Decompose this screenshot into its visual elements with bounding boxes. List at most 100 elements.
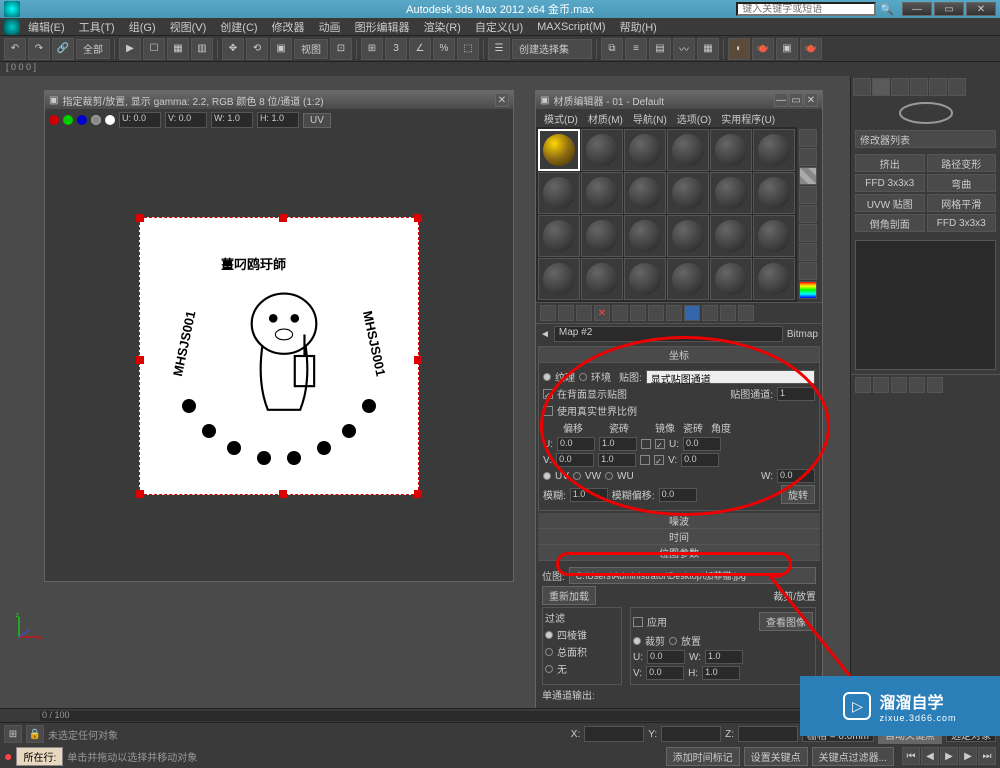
uv-tiling-icon[interactable] (799, 186, 817, 204)
wu-radio[interactable] (605, 472, 613, 480)
menu-graph[interactable]: 图形编辑器 (349, 19, 416, 35)
sample-slot[interactable] (667, 258, 709, 300)
menu-customize[interactable]: 自定义(U) (469, 19, 529, 35)
crop-w[interactable]: 1.0 (705, 650, 743, 664)
sample-slot[interactable] (753, 258, 795, 300)
h-spinner[interactable]: H: 1.0 (257, 112, 299, 128)
arc-rotate-gizmo[interactable] (851, 98, 1000, 128)
texture-radio[interactable] (543, 373, 551, 381)
mat-id-icon[interactable] (666, 305, 682, 321)
make-unique-stack-icon[interactable] (891, 377, 907, 393)
ref-coord-system[interactable]: 视图 (294, 39, 328, 59)
blur-off-spinner[interactable]: 0.0 (659, 488, 697, 502)
mirror-button[interactable]: ⧉ (601, 38, 623, 60)
modify-tab[interactable] (872, 78, 890, 96)
x-field[interactable] (584, 726, 644, 742)
menu-view[interactable]: 视图(V) (164, 19, 213, 35)
mod-btn[interactable]: 路径变形 (927, 154, 997, 172)
menu-maxscript[interactable]: MAXScript(M) (531, 21, 611, 33)
render-frame-button[interactable]: ▣ (776, 38, 798, 60)
sample-slot[interactable] (581, 172, 623, 214)
curve-editor-button[interactable]: 〰 (673, 38, 695, 60)
real-world-check[interactable] (543, 406, 553, 416)
assign-to-sel-icon[interactable] (576, 305, 592, 321)
alpha-channel-dot[interactable] (91, 115, 101, 125)
crop-h[interactable]: 1.0 (702, 666, 740, 680)
manipulate-button[interactable]: ⊞ (361, 38, 383, 60)
menu-create[interactable]: 创建(C) (214, 19, 263, 35)
next-frame-icon[interactable]: ▶ (959, 747, 977, 765)
create-tab[interactable] (853, 78, 871, 96)
menu-edit[interactable]: 编辑(E) (22, 19, 71, 35)
modifier-list-combo[interactable]: 修改器列表 (855, 130, 996, 148)
prev-frame-icon[interactable]: ◀ (921, 747, 939, 765)
preview-icon[interactable] (799, 224, 817, 242)
sample-slot[interactable] (624, 215, 666, 257)
mat-maximize[interactable]: ▭ (789, 93, 803, 107)
sample-slot[interactable] (624, 258, 666, 300)
mat-menu-nav[interactable]: 导航(N) (629, 111, 671, 126)
go-parent-icon[interactable] (720, 305, 736, 321)
rotate-button[interactable]: 旋转 (781, 485, 815, 504)
redo-button[interactable]: ↷ (28, 38, 50, 60)
snap-button[interactable]: 3 (385, 38, 407, 60)
z-field[interactable] (738, 726, 798, 742)
mod-btn[interactable]: 挤出 (855, 154, 925, 172)
apply-check[interactable] (633, 617, 643, 627)
sample-slot[interactable] (753, 172, 795, 214)
sample-slot[interactable] (624, 172, 666, 214)
named-sel-set[interactable]: 创建选择集 (512, 39, 592, 59)
uv-radio[interactable] (543, 472, 551, 480)
close-button[interactable]: ✕ (966, 2, 996, 16)
utilities-tab[interactable] (948, 78, 966, 96)
summed-radio[interactable] (545, 648, 553, 656)
show-back-check[interactable] (543, 389, 553, 399)
search-icon[interactable]: 🔍 (880, 3, 894, 16)
crop-u[interactable]: 0.0 (647, 650, 685, 664)
sample-slot[interactable] (667, 172, 709, 214)
u-offset[interactable]: 0.0 (557, 437, 595, 451)
mat-minimize[interactable]: — (774, 93, 788, 107)
put-to-lib-icon[interactable] (648, 305, 664, 321)
sample-slot[interactable] (710, 258, 752, 300)
mod-btn[interactable]: 倒角剖面 (855, 214, 925, 232)
crop-canvas[interactable]: 薑叼鸥玗師 MHSJS001 MHSJS001 (45, 131, 513, 581)
video-check-icon[interactable] (799, 205, 817, 223)
sample-slot[interactable] (538, 172, 580, 214)
options-icon[interactable] (799, 243, 817, 261)
sample-slot[interactable] (538, 215, 580, 257)
sample-slot[interactable] (710, 172, 752, 214)
lock-sel-button[interactable]: 🔒 (26, 725, 44, 743)
backlight-icon[interactable] (799, 148, 817, 166)
sample-slot[interactable] (581, 258, 623, 300)
mat-menu-util[interactable]: 实用程序(U) (717, 111, 779, 126)
menu-tools[interactable]: 工具(T) (73, 19, 121, 35)
minimize-button[interactable]: — (902, 2, 932, 16)
modifier-stack[interactable] (855, 240, 996, 370)
menu-animation[interactable]: 动画 (313, 19, 347, 35)
config-sets-icon[interactable] (927, 377, 943, 393)
select-button[interactable]: ▶ (119, 38, 141, 60)
add-time-tag[interactable]: 添加时间标记 (666, 747, 740, 766)
map-channel-spinner[interactable]: 1 (777, 387, 815, 401)
mat-menu-mode[interactable]: 模式(D) (540, 111, 582, 126)
reload-button[interactable]: 重新加载 (542, 586, 596, 605)
goto-start-icon[interactable]: ⏮ (902, 747, 920, 765)
schematic-button[interactable]: ▦ (697, 38, 719, 60)
pin-stack-icon[interactable] (855, 377, 871, 393)
u-tiling[interactable]: 1.0 (599, 437, 637, 451)
red-channel-dot[interactable] (49, 115, 59, 125)
key-filters-button[interactable]: 关键点过滤器... (812, 747, 894, 766)
background-icon[interactable] (799, 167, 817, 185)
sample-slot[interactable] (753, 129, 795, 171)
bitmap-params-header[interactable]: 位图参数 (538, 545, 820, 561)
named-sel-set-button[interactable]: ☰ (488, 38, 510, 60)
green-channel-dot[interactable] (63, 115, 73, 125)
play-icon[interactable]: ▶ (940, 747, 958, 765)
link-button[interactable]: 🔗 (52, 38, 74, 60)
sample-slot[interactable] (667, 215, 709, 257)
show-in-vp-icon[interactable] (684, 305, 700, 321)
percent-snap-button[interactable]: % (433, 38, 455, 60)
mod-btn[interactable]: FFD 3x3x3 (855, 174, 925, 192)
menu-render[interactable]: 渲染(R) (418, 19, 467, 35)
